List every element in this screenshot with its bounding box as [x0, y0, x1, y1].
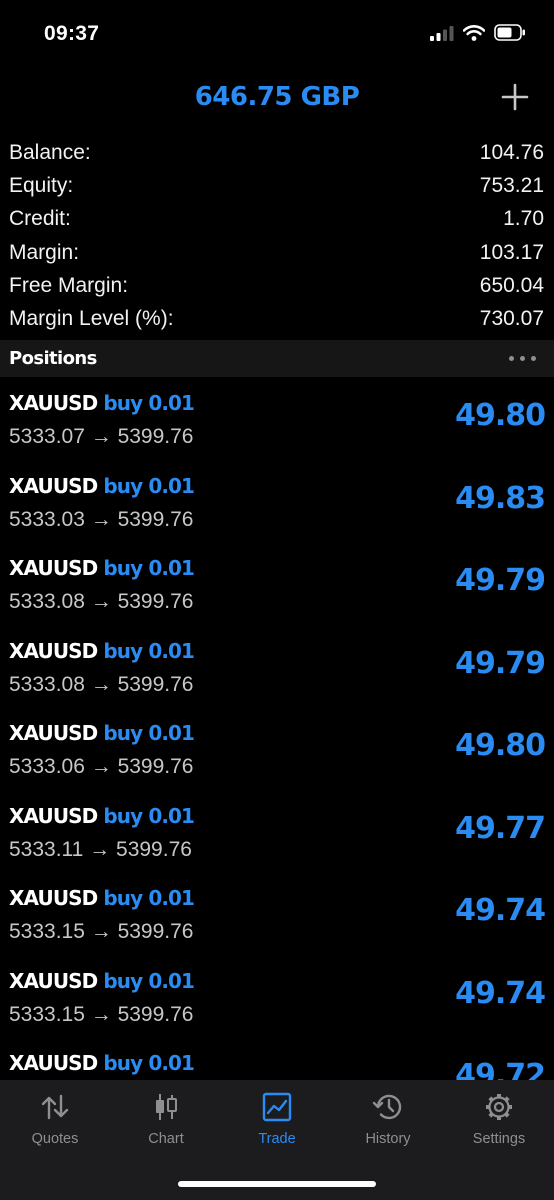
- position-symbol: XAUUSD: [9, 556, 98, 580]
- summary-label: Margin:: [9, 240, 80, 264]
- tab-label: Quotes: [31, 1131, 79, 1147]
- tab-chart[interactable]: Chart: [111, 1092, 221, 1147]
- battery-icon: [494, 24, 525, 41]
- tab-label: Trade: [258, 1131, 296, 1147]
- position-profit: 49.79: [455, 645, 546, 681]
- position-type: buy 0.01: [103, 886, 195, 910]
- tab-label: Chart: [148, 1131, 184, 1147]
- status-icons: [430, 24, 526, 41]
- status-time: 09:37: [44, 22, 100, 45]
- position-prices: 5333.11 → 5399.76: [9, 837, 192, 861]
- summary-row-credit: Credit: 1.70: [0, 203, 554, 236]
- position-symbol: XAUUSD: [9, 473, 98, 498]
- summary-value: 730.07: [479, 307, 544, 331]
- position-prices: 5333.07 → 5399.76: [9, 425, 194, 448]
- summary-value: 104.76: [479, 140, 544, 164]
- position-type: buy 0.01: [103, 391, 195, 415]
- position-type: buy 0.01: [103, 556, 195, 580]
- cellular-signal-icon: [430, 25, 454, 41]
- summary-label: Free Margin:: [9, 273, 129, 297]
- summary-row-free-margin: Free Margin: 650.04: [0, 269, 554, 302]
- add-order-icon[interactable]: [500, 82, 530, 112]
- position-symbol: XAUUSD: [9, 803, 98, 828]
- position-profit: 49.72: [455, 1058, 546, 1080]
- tab-label: Settings: [472, 1131, 526, 1147]
- summary-label: Credit:: [9, 207, 71, 231]
- account-summary: Balance: 104.76 Equity: 753.21 Credit: 1…: [0, 136, 554, 336]
- position-symbol: XAUUSD: [9, 1051, 98, 1075]
- position-row[interactable]: XAUUSD buy 0.01 5333.06 → 5399.76 49.80: [0, 708, 554, 791]
- position-prices: 5333.08 → 5399.76: [9, 590, 194, 613]
- summary-value: 650.04: [479, 273, 544, 297]
- tab-history[interactable]: History: [333, 1092, 443, 1147]
- position-profit: 49.74: [455, 975, 546, 1011]
- position-row[interactable]: XAUUSD buy 0.01 5333.11 → 5399.76 49.77: [0, 791, 554, 874]
- account-total: 646.75 GBP: [194, 82, 360, 112]
- position-profit: 49.74: [455, 893, 546, 928]
- position-row[interactable]: XAUUSD buy 0.01 5333.15 → 5399.76 49.74: [0, 956, 554, 1039]
- summary-label: Equity:: [9, 173, 74, 197]
- position-symbol: XAUUSD: [9, 968, 98, 993]
- quotes-arrows-icon: [41, 1094, 69, 1120]
- home-indicator[interactable]: [178, 1181, 376, 1187]
- position-row[interactable]: XAUUSD buy 0.01 49.72: [0, 1038, 554, 1080]
- position-profit: 49.79: [455, 563, 546, 598]
- position-prices: 5333.08 → 5399.76: [9, 672, 194, 696]
- summary-value: 1.70: [503, 207, 544, 231]
- summary-value: 753.21: [479, 173, 544, 197]
- trade-chart-icon: [262, 1092, 292, 1122]
- summary-label: Margin Level (%):: [9, 307, 174, 331]
- position-prices: 5333.03 → 5399.76: [9, 507, 194, 531]
- position-prices: 5333.15 → 5399.76: [9, 920, 194, 943]
- position-row[interactable]: XAUUSD buy 0.01 5333.07 → 5399.76 49.80: [0, 378, 554, 461]
- tab-label: History: [365, 1131, 411, 1147]
- tab-quotes[interactable]: Quotes: [0, 1092, 110, 1147]
- positions-list: XAUUSD buy 0.01 5333.07 → 5399.76 49.80 X…: [0, 378, 554, 1080]
- position-type: buy 0.01: [103, 1051, 195, 1075]
- position-symbol: XAUUSD: [9, 391, 98, 415]
- summary-row-balance: Balance: 104.76: [0, 136, 554, 169]
- positions-title: Positions: [9, 348, 97, 369]
- summary-row-margin: Margin: 103.17: [0, 236, 554, 269]
- gear-icon: [486, 1094, 512, 1120]
- position-row[interactable]: XAUUSD buy 0.01 5333.08 → 5399.76 49.79: [0, 626, 554, 709]
- position-type: buy 0.01: [103, 473, 195, 498]
- summary-row-equity: Equity: 753.21: [0, 169, 554, 202]
- wifi-icon: [463, 24, 485, 41]
- position-type: buy 0.01: [103, 803, 195, 828]
- summary-value: 103.17: [479, 240, 544, 264]
- summary-label: Balance:: [9, 140, 91, 164]
- position-prices: 5333.06 → 5399.76: [9, 755, 194, 778]
- position-prices: 5333.15 → 5399.76: [9, 1002, 194, 1026]
- tab-trade[interactable]: Trade: [222, 1092, 332, 1147]
- tab-settings[interactable]: Settings: [444, 1092, 554, 1147]
- history-clock-icon: [372, 1094, 402, 1120]
- position-profit: 49.80: [455, 728, 546, 763]
- position-row[interactable]: XAUUSD buy 0.01 5333.15 → 5399.76 49.74: [0, 873, 554, 956]
- position-type: buy 0.01: [103, 721, 195, 745]
- status-bar: 09:37: [0, 0, 554, 70]
- position-profit: 49.83: [455, 480, 546, 516]
- position-profit: 49.80: [455, 398, 546, 433]
- position-profit: 49.77: [455, 810, 546, 846]
- position-type: buy 0.01: [103, 638, 195, 663]
- top-bar: 646.75 GBP: [0, 76, 554, 120]
- position-symbol: XAUUSD: [9, 886, 98, 910]
- candlestick-icon: [156, 1094, 177, 1120]
- position-row[interactable]: XAUUSD buy 0.01 5333.03 → 5399.76 49.83: [0, 461, 554, 544]
- position-symbol: XAUUSD: [9, 638, 98, 663]
- position-type: buy 0.01: [103, 968, 195, 993]
- positions-header: Positions: [0, 340, 554, 377]
- position-row[interactable]: XAUUSD buy 0.01 5333.08 → 5399.76 49.79: [0, 543, 554, 626]
- summary-row-margin-level: Margin Level (%): 730.07: [0, 302, 554, 335]
- position-symbol: XAUUSD: [9, 721, 98, 745]
- more-options-icon[interactable]: [509, 356, 536, 361]
